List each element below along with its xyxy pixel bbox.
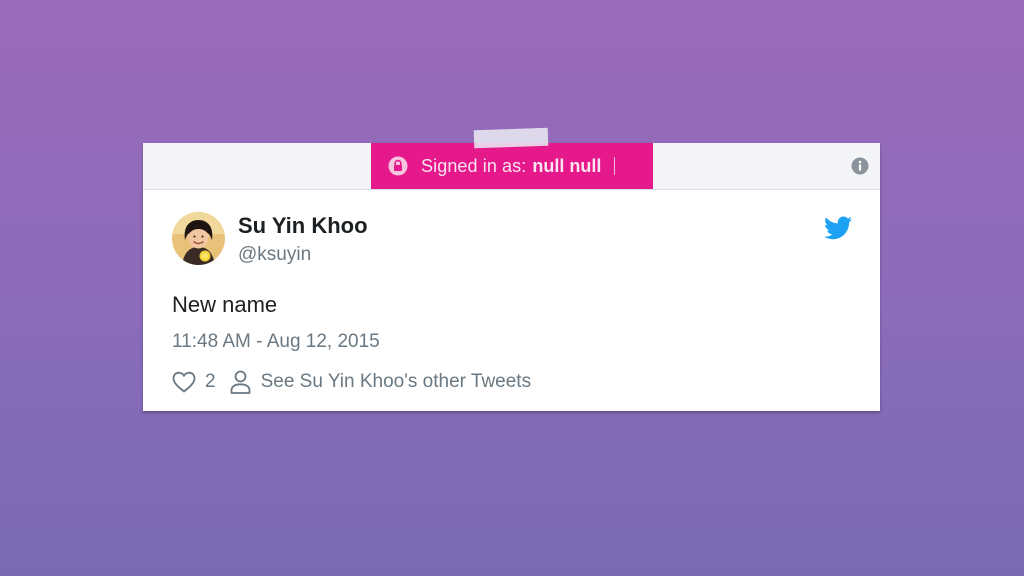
tweet-actions: 2 See Su Yin Khoo's other Tweets <box>172 369 531 395</box>
signed-in-user: null null <box>532 155 602 176</box>
top-bar: Signed in as: null null <box>143 143 880 190</box>
signed-in-banner: Signed in as: null null <box>371 143 653 189</box>
author-name[interactable]: Su Yin Khoo <box>238 213 368 239</box>
tweet-text: New name <box>172 292 278 317</box>
lock-icon <box>388 156 408 176</box>
avatar[interactable] <box>172 212 225 265</box>
embedded-tweet-card: Signed in as: null null Su Yin Khoo @ksu… <box>143 143 880 411</box>
other-tweets-link[interactable]: See Su Yin Khoo's other Tweets <box>261 371 532 393</box>
tape-strip <box>473 127 549 149</box>
heart-icon[interactable] <box>172 371 196 393</box>
info-icon[interactable] <box>851 157 869 175</box>
avatar-photo <box>172 212 225 265</box>
text-caret <box>614 157 616 175</box>
author-handle[interactable]: @ksuyin <box>238 244 311 266</box>
signed-in-label: Signed in as: <box>421 155 527 176</box>
tweet-timestamp[interactable]: 11:48 AM - Aug 12, 2015 <box>172 331 380 353</box>
twitter-bird-icon[interactable] <box>824 216 852 240</box>
like-count[interactable]: 2 <box>205 371 216 393</box>
person-icon <box>230 370 250 394</box>
